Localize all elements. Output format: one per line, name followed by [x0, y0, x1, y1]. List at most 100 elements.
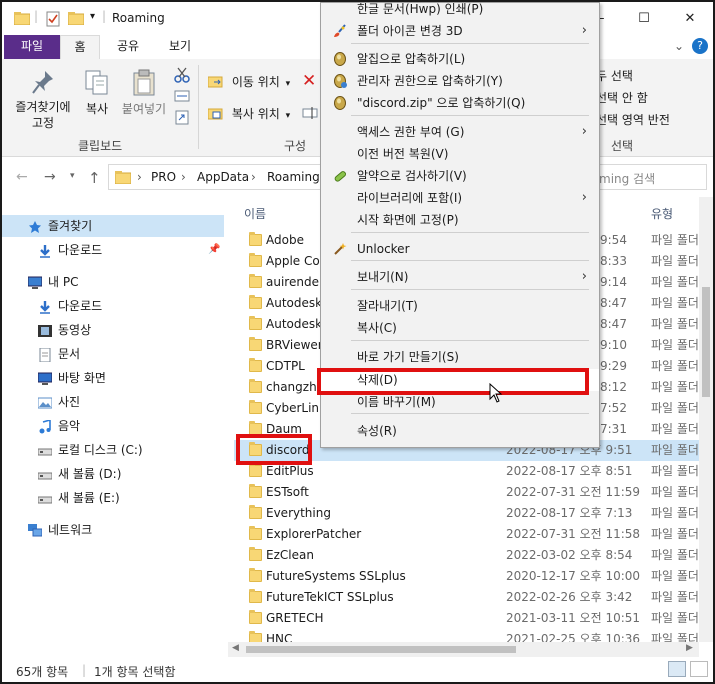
alzip-icon — [334, 52, 346, 66]
pin-quick-access-button[interactable]: 즐겨찾기에 고정 — [8, 69, 78, 131]
nav-item[interactable]: 다운로드 — [2, 295, 224, 317]
nav-item[interactable]: 내 PC — [2, 271, 224, 293]
file-type: 파일 폴더 — [651, 569, 699, 583]
file-row[interactable]: HNC 2021-02-25 오후 10:36 파일 폴더 — [234, 629, 699, 642]
customize-quick-access-icon[interactable]: ▾ — [90, 11, 95, 22]
file-row[interactable]: EzClean 2022-03-02 오후 8:54 파일 폴더 — [234, 545, 699, 566]
file-name: FutureSystems SSLplus — [266, 569, 406, 583]
submenu-arrow-icon: › — [581, 190, 587, 205]
new-folder-icon[interactable] — [68, 11, 84, 25]
file-name: CDTPL — [266, 359, 305, 373]
copy-path-icon[interactable] — [174, 89, 190, 103]
context-menu-item[interactable]: 액세스 권한 부여 (G) › — [321, 121, 599, 143]
file-row[interactable]: FutureTekICT SSLplus 2022-02-26 오후 3:42 파일… — [234, 587, 699, 608]
nav-item[interactable]: 바탕 화면 — [2, 367, 224, 389]
context-menu-item[interactable]: 바로 가기 만들기(S) — [321, 346, 599, 368]
nav-item[interactable]: 다운로드 📌 — [2, 239, 224, 261]
paste-button[interactable]: 붙여넣기 — [118, 69, 170, 117]
up-arrow-icon[interactable]: ↑ — [88, 169, 101, 187]
file-type: 파일 폴더 — [651, 359, 699, 373]
breadcrumb-roaming[interactable]: Roaming — [267, 170, 320, 184]
nav-item[interactable]: 문서 — [2, 343, 224, 365]
scroll-left-icon[interactable]: ◀ — [232, 643, 239, 653]
invert-selection-button[interactable]: 선택 영역 반전 — [596, 111, 670, 128]
scroll-thumb[interactable] — [702, 287, 710, 397]
nav-item[interactable]: 동영상 — [2, 319, 224, 341]
selection-count: 1개 항목 선택함 — [94, 665, 176, 679]
properties-icon[interactable] — [46, 11, 60, 27]
pin-label-line2: 고정 — [31, 116, 55, 130]
rename-icon[interactable] — [302, 105, 318, 121]
file-date: 2021-02-25 오후 10:36 — [506, 632, 641, 642]
context-menu-item[interactable]: Unlocker — [321, 238, 599, 260]
close-button[interactable]: ✕ — [667, 6, 713, 32]
context-menu-item[interactable]: 한글 문서(Hwp) 인쇄(P) — [321, 3, 599, 20]
select-none-button[interactable]: 선택 안 함 — [596, 89, 648, 106]
file-row[interactable]: Everything 2022-08-17 오후 7:13 파일 폴더 — [234, 503, 699, 524]
highlight-delete — [317, 368, 589, 395]
file-date: 9:54 — [600, 233, 627, 247]
delete-x-icon[interactable]: ✕ — [302, 71, 316, 91]
details-view-icon[interactable] — [668, 661, 686, 677]
copy-button[interactable]: 복사 — [80, 69, 114, 117]
nav-item[interactable]: 음악 — [2, 415, 224, 437]
file-type: 파일 폴더 — [651, 380, 699, 394]
context-menu-item[interactable]: 관리자 권한으로 압축하기(Y) — [321, 70, 599, 92]
help-icon[interactable]: ? — [692, 38, 708, 54]
file-row[interactable]: GRETECH 2021-03-11 오전 10:51 파일 폴더 — [234, 608, 699, 629]
file-row[interactable]: FutureSystems SSLplus 2020-12-17 오후 10:00… — [234, 566, 699, 587]
file-type: 파일 폴더 — [651, 443, 699, 457]
context-menu-item[interactable]: 알약으로 검사하기(V) — [321, 165, 599, 187]
context-menu-item[interactable]: 시작 화면에 고정(P) — [321, 209, 599, 231]
maximize-button[interactable]: ☐ — [621, 6, 667, 32]
context-menu-item[interactable]: 폴더 아이콘 변경 3D › — [321, 20, 599, 42]
horizontal-scrollbar[interactable]: ◀ ▶ — [228, 642, 699, 657]
nav-item[interactable]: 새 볼륨 (E:) — [2, 487, 224, 509]
context-menu-item[interactable]: 보내기(N) › — [321, 266, 599, 288]
nav-item[interactable]: 새 볼륨 (D:) — [2, 463, 224, 485]
nav-item[interactable]: 로컬 디스크 (C:) — [2, 439, 224, 461]
file-type: 파일 폴더 — [651, 611, 699, 625]
column-header-name[interactable]: 이름 — [244, 205, 266, 222]
file-row[interactable]: ESTsoft 2022-07-31 오전 11:59 파일 폴더 — [234, 482, 699, 503]
paste-shortcut-icon[interactable] — [174, 109, 190, 125]
forward-arrow-icon[interactable]: → — [44, 169, 56, 185]
large-icons-view-icon[interactable] — [690, 661, 708, 677]
select-all-button[interactable]: 두 선택 — [596, 67, 633, 84]
cut-icon[interactable] — [174, 67, 190, 83]
file-name: HNC — [266, 632, 293, 642]
scroll-right-icon[interactable]: ▶ — [686, 643, 693, 653]
nav-item[interactable]: 즐겨찾기 — [2, 215, 224, 237]
copy-folder-icon — [207, 108, 223, 120]
back-arrow-icon[interactable]: ← — [16, 169, 28, 185]
context-menu-item[interactable]: 잘라내기(T) — [321, 295, 599, 317]
file-name: EzClean — [266, 548, 314, 562]
context-menu-item[interactable]: 속성(R) — [321, 420, 599, 442]
breadcrumb-appdata[interactable]: AppData — [197, 170, 249, 184]
paste-icon — [133, 69, 155, 96]
breadcrumb-pro[interactable]: PRO — [151, 170, 176, 184]
copy-to-button[interactable]: 복사 위치 ▾ — [207, 105, 290, 122]
column-header-type[interactable]: 유형 — [651, 205, 673, 222]
ribbon-collapse-icon[interactable]: ⌄ — [674, 39, 684, 53]
search-box[interactable]: ming 검색 — [582, 164, 707, 190]
recent-locations-icon[interactable]: ▾ — [70, 171, 75, 181]
nav-item[interactable]: 사진 — [2, 391, 224, 413]
mouse-cursor-icon — [489, 383, 503, 403]
context-menu-item[interactable]: 이전 버전 복원(V) — [321, 143, 599, 165]
file-type: 파일 폴더 — [651, 590, 699, 604]
context-menu-item[interactable]: "discord.zip" 으로 압축하기(Q) — [321, 92, 599, 114]
nav-item[interactable]: 네트워크 — [2, 519, 224, 541]
tab-view[interactable]: 보기 — [158, 35, 202, 59]
context-menu-item[interactable]: 라이브러리에 포함(I) › — [321, 187, 599, 209]
file-date: 7:31 — [600, 422, 627, 436]
move-to-button[interactable]: 이동 위치 ▾ — [207, 73, 290, 90]
vertical-scrollbar[interactable] — [699, 197, 713, 642]
file-row[interactable]: ExplorerPatcher 2022-07-31 오전 11:58 파일 폴더 — [234, 524, 699, 545]
context-menu-item[interactable]: 복사(C) — [321, 317, 599, 339]
scroll-thumb[interactable] — [246, 646, 516, 653]
tab-file[interactable]: 파일 — [4, 35, 60, 59]
tab-share[interactable]: 공유 — [106, 35, 150, 59]
context-menu-item[interactable]: 알집으로 압축하기(L) — [321, 48, 599, 70]
tab-home[interactable]: 홈 — [60, 35, 100, 59]
